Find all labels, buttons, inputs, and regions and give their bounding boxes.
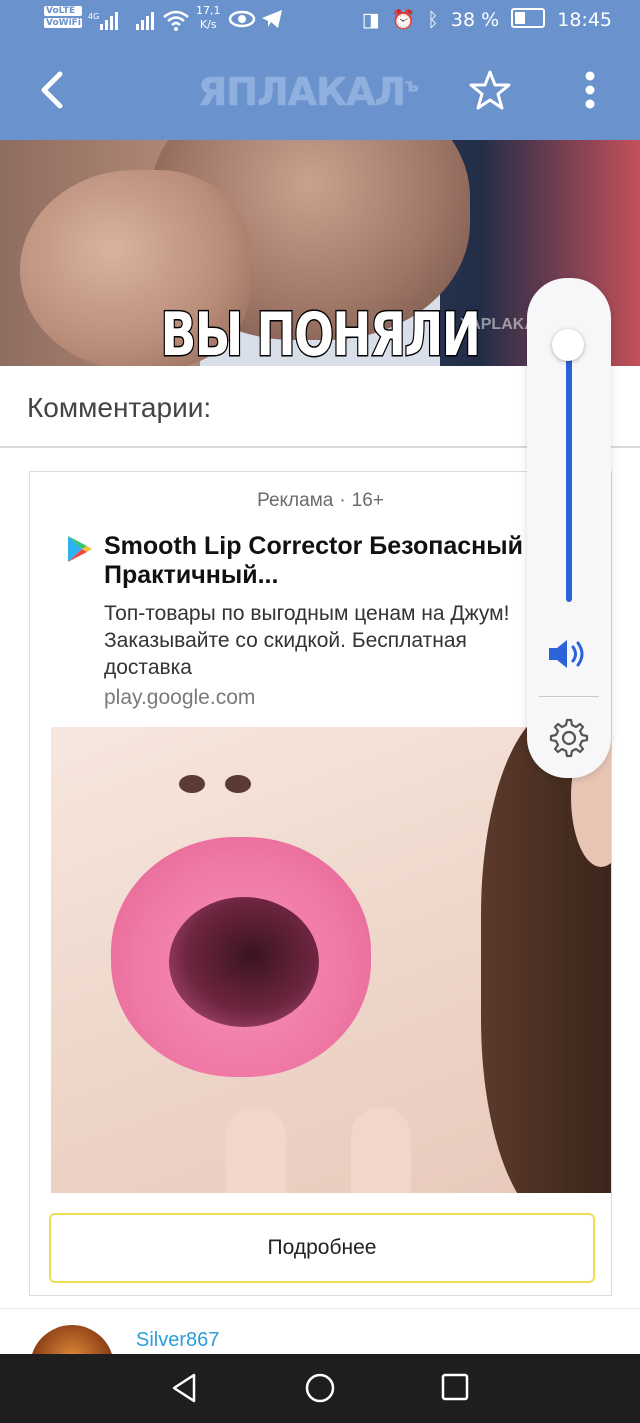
nav-home-button[interactable] <box>304 1372 336 1409</box>
network-speed: 17,1 K/s <box>196 4 221 32</box>
battery-percent: 38 % <box>450 9 500 31</box>
signal-icon-2 <box>134 10 158 36</box>
ad-meta-separator: · <box>339 490 346 511</box>
age-rating: 16+ <box>351 490 384 511</box>
comment-username[interactable]: Silver867 <box>136 1329 219 1352</box>
eye-icon <box>228 8 256 34</box>
status-bar: VoLTE VoWiFi 4G 17,1 K/s ◨ ⏰ ᛒ 38 % 18:4… <box>0 0 640 40</box>
battery-icon <box>511 8 546 28</box>
back-arrow-icon <box>41 71 63 109</box>
ad-label: Реклама <box>257 490 334 511</box>
ad-image[interactable] <box>51 727 611 1193</box>
speed-unit: K/s <box>199 18 217 31</box>
volume-slider-handle[interactable] <box>552 329 584 361</box>
volume-level-fill <box>566 346 572 602</box>
more-menu-button[interactable] <box>578 68 602 117</box>
comments-heading: Комментарии: <box>27 392 212 423</box>
nav-recents-button[interactable] <box>440 1372 470 1407</box>
volume-divider <box>539 696 599 697</box>
alarm-icon: ⏰ <box>391 9 416 31</box>
triangle-back-icon <box>172 1373 196 1403</box>
kebab-menu-icon <box>585 71 595 109</box>
clock: 18:45 <box>557 9 612 31</box>
google-play-icon <box>66 534 94 569</box>
wifi-icon <box>162 8 190 36</box>
signal-icon: 4G <box>88 10 122 36</box>
mute-toggle[interactable] <box>547 636 591 677</box>
comment-item: Silver867 <box>0 1308 640 1409</box>
speed-value: 17,1 <box>196 4 221 17</box>
circle-home-icon <box>305 1373 335 1403</box>
telegram-icon <box>260 8 284 34</box>
status-right: ◨ ⏰ ᛒ 38 % 18:45 <box>356 8 612 31</box>
gear-icon <box>549 718 589 758</box>
logo-suffix: ъ <box>405 75 418 97</box>
ad-domain[interactable]: play.google.com <box>104 686 255 710</box>
system-nav-bar <box>0 1354 640 1423</box>
star-icon <box>469 70 511 110</box>
speaker-icon <box>549 640 584 668</box>
nav-back-button[interactable] <box>170 1372 198 1409</box>
vowifi-badge: VoWiFi <box>44 18 82 28</box>
volte-badge: VoLTE <box>44 6 82 16</box>
ad-card[interactable]: Реклама · 16+ Smooth Lip Corrector Безопас… <box>29 471 612 1296</box>
logo-text: ЯПЛАКАЛ <box>198 70 406 114</box>
favorite-button[interactable] <box>468 68 512 117</box>
ad-meta: Реклама · 16+ <box>30 490 611 512</box>
ad-cta-button[interactable]: Подробнее <box>49 1213 595 1283</box>
square-recents-icon <box>441 1373 469 1401</box>
nfc-icon: ◨ <box>361 9 380 31</box>
sound-settings-button[interactable] <box>549 718 589 763</box>
network-type-labels: VoLTE VoWiFi <box>44 6 82 30</box>
site-logo[interactable]: ЯПЛАКАЛъ <box>198 70 419 114</box>
bluetooth-icon: ᛒ <box>427 9 439 31</box>
volume-panel <box>527 278 611 778</box>
signal-type-label: 4G <box>88 12 99 21</box>
back-button[interactable] <box>34 68 74 112</box>
app-bar: ЯПЛАКАЛъ <box>0 40 640 140</box>
